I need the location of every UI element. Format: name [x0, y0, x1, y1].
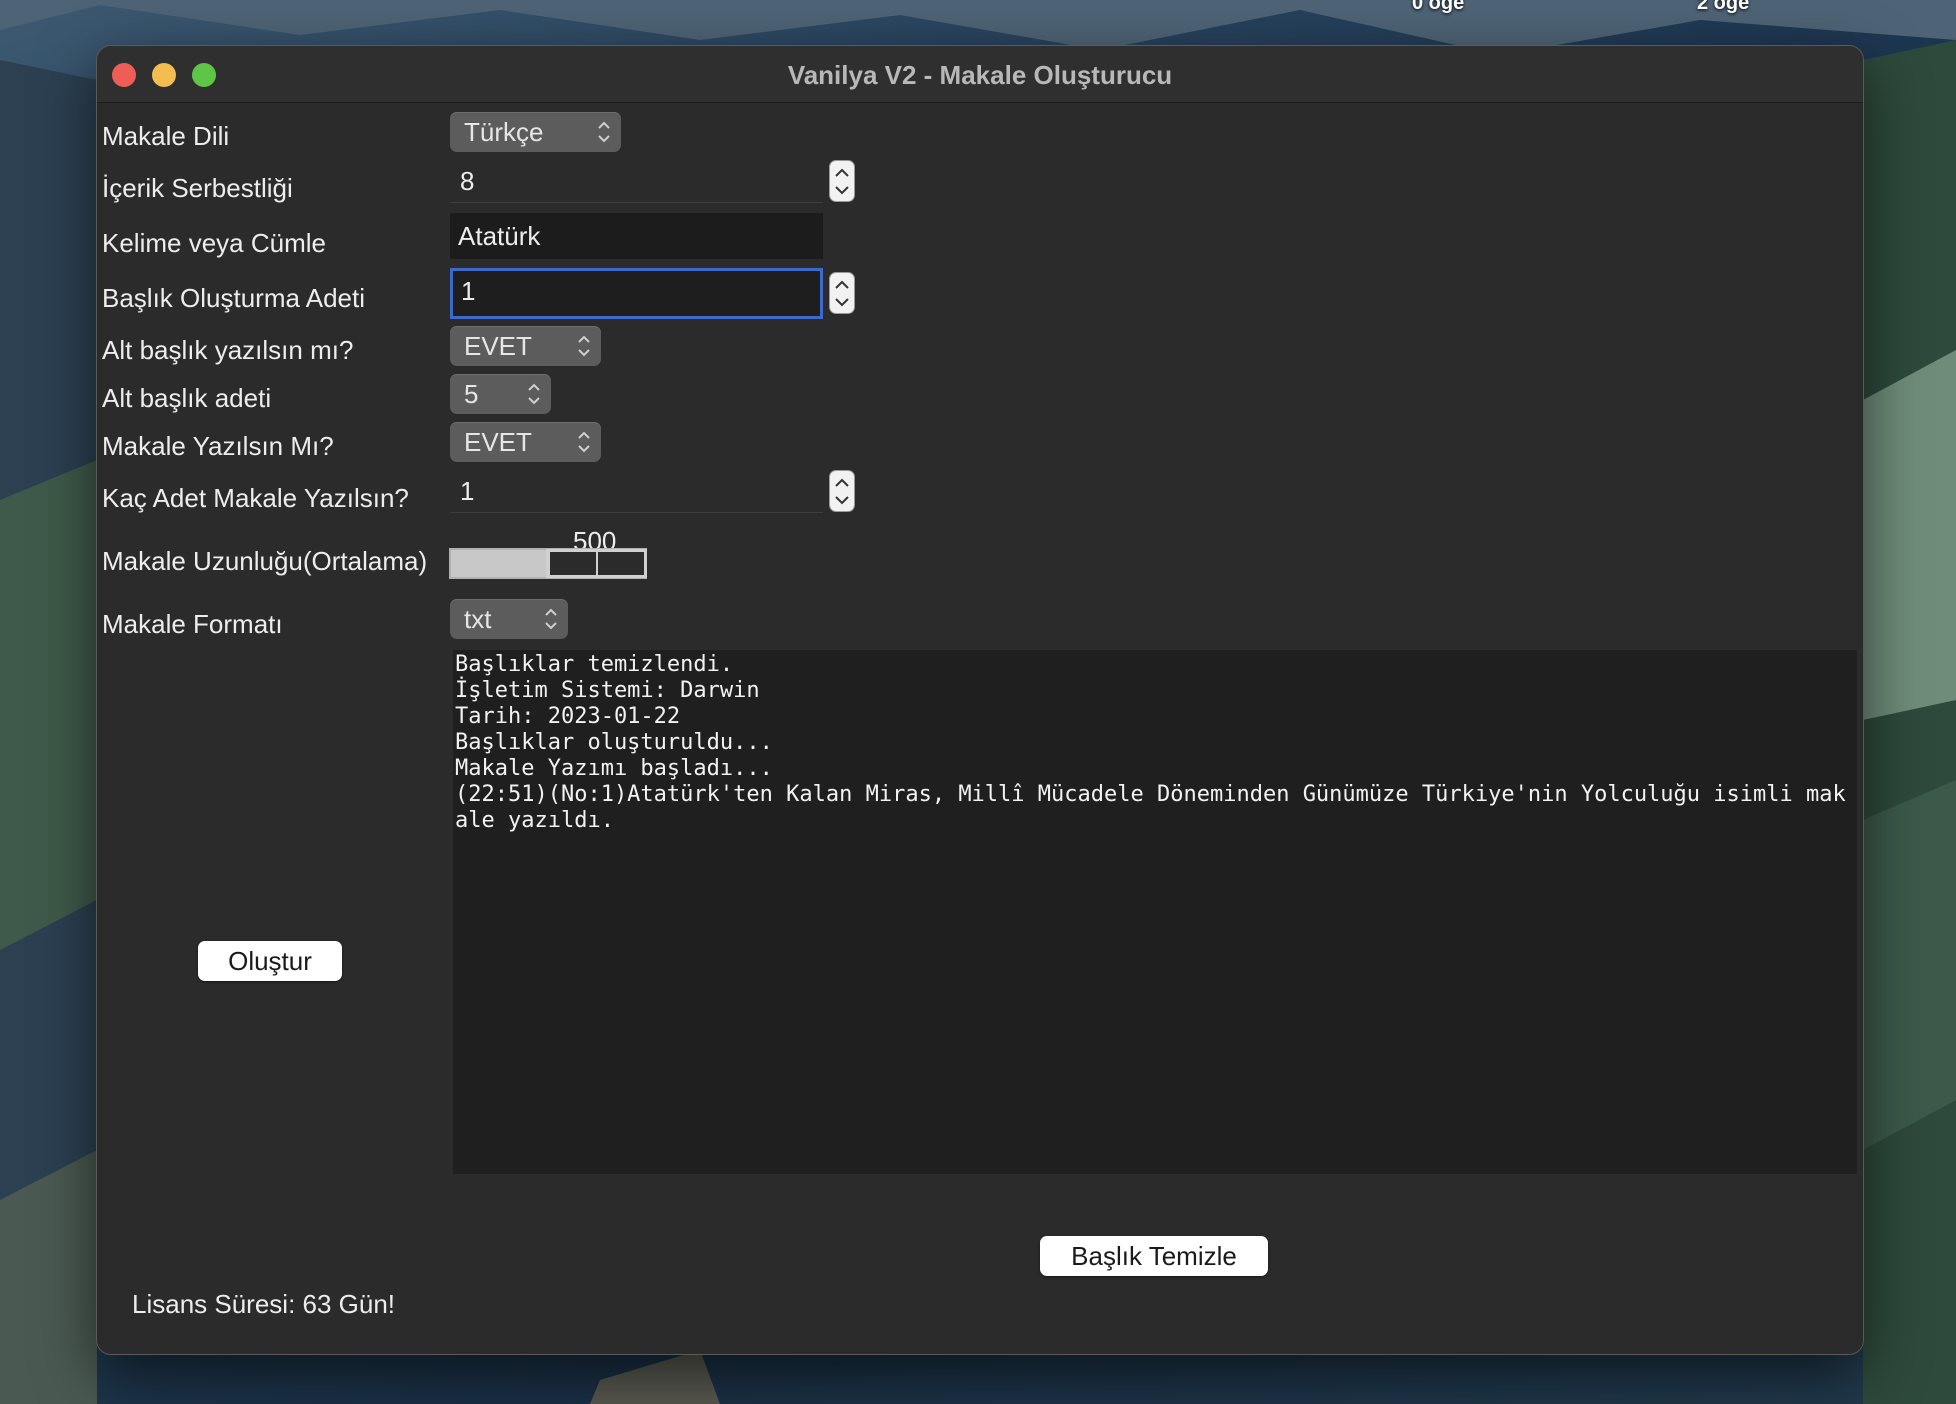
icerik-serbestligi-stepper[interactable] [829, 160, 855, 202]
icerik-serbestligi-spinbox[interactable]: 8 [450, 159, 823, 203]
format-value: txt [464, 604, 492, 634]
log-output[interactable]: Başlıklar temizlendi. İşletim Sistemi: D… [453, 650, 1857, 1174]
label-kac-adet: Kaç Adet Makale Yazılsın? [102, 483, 409, 513]
chevron-down-icon [835, 186, 849, 195]
label-icerik-serbestligi: İçerik Serbestliği [102, 173, 293, 203]
makale-yazilsin-select[interactable]: EVET [450, 422, 601, 462]
makale-dili-value: Türkçe [464, 117, 544, 147]
chevron-up-down-icon [598, 121, 610, 143]
baslik-adeti-stepper[interactable] [829, 272, 855, 314]
license-status: Lisans Süresi: 63 Gün! [132, 1289, 396, 1319]
makale-yazilsin-value: EVET [464, 427, 532, 457]
form-area: Makale Dili Türkçe İçerik Serbestliği 8 … [97, 103, 1863, 1354]
label-baslik-adeti: Başlık Oluşturma Adeti [102, 283, 365, 313]
chevron-up-icon [835, 478, 849, 487]
title-bar[interactable]: Vanilya V2 - Makale Oluşturucu [97, 46, 1863, 103]
kac-adet-stepper[interactable] [829, 470, 855, 512]
makale-dili-select[interactable]: Türkçe [450, 112, 621, 152]
alt-baslik-yazilsin-value: EVET [464, 331, 532, 361]
chevron-up-down-icon [545, 608, 557, 630]
label-format: Makale Formatı [102, 609, 283, 639]
alt-baslik-adeti-value: 5 [464, 379, 479, 409]
chevron-down-icon [835, 298, 849, 307]
chevron-up-down-icon [578, 335, 590, 357]
chevron-up-down-icon [578, 431, 590, 453]
chevron-up-down-icon [528, 383, 540, 405]
kac-adet-spinbox[interactable]: 1 [450, 469, 823, 513]
kelime-input[interactable]: Atatürk [450, 213, 823, 259]
label-makale-yazilsin: Makale Yazılsın Mı? [102, 431, 334, 461]
chevron-up-icon [835, 168, 849, 177]
label-uzunluk: Makale Uzunluğu(Ortalama) [102, 546, 428, 576]
window-title: Vanilya V2 - Makale Oluşturucu [787, 60, 1173, 90]
baslik-adeti-spinbox[interactable]: 1 [450, 268, 823, 319]
app-window: Vanilya V2 - Makale Oluşturucu Makale Di… [97, 46, 1863, 1354]
desktop-item-count-label: 0 öğe [1412, 0, 1465, 14]
label-kelime: Kelime veya Cümle [102, 228, 326, 258]
label-alt-baslik-adeti: Alt başlık adeti [102, 383, 272, 413]
format-select[interactable]: txt [450, 599, 568, 639]
alt-baslik-adeti-select[interactable]: 5 [450, 374, 551, 414]
label-alt-baslik-yazilsin: Alt başlık yazılsın mı? [102, 335, 354, 365]
uzunluk-slider-handle[interactable] [546, 549, 647, 578]
kac-adet-value: 1 [460, 476, 475, 506]
label-makale-dili: Makale Dili [102, 121, 230, 151]
baslik-temizle-button[interactable]: Başlık Temizle [1040, 1236, 1268, 1276]
alt-baslik-yazilsin-select[interactable]: EVET [450, 326, 601, 366]
chevron-down-icon [835, 496, 849, 505]
chevron-up-icon [835, 280, 849, 289]
olustur-button[interactable]: Oluştur [198, 941, 342, 981]
desktop-item-count-label: 2 öğe [1697, 0, 1750, 14]
icerik-serbestligi-value: 8 [460, 166, 475, 196]
